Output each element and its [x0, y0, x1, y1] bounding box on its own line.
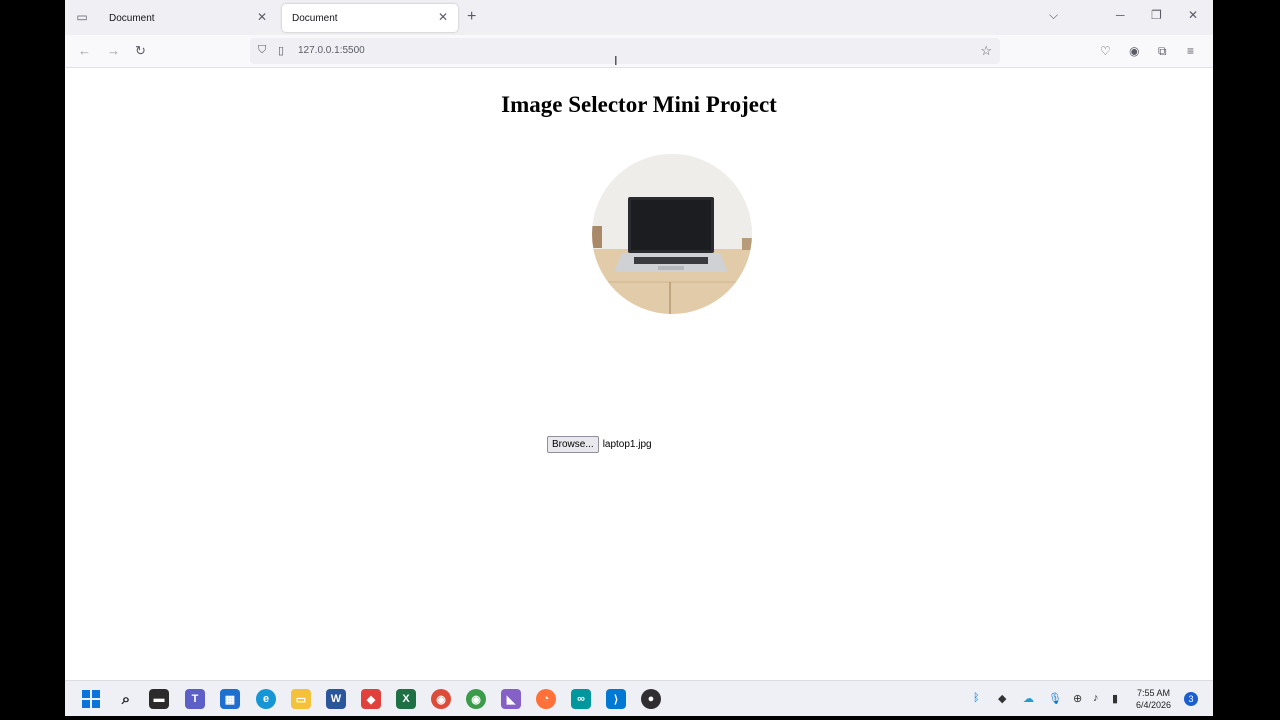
address-bar[interactable]: ⛉ ▯ 127.0.0.1:5500 ☆ — [250, 38, 1000, 64]
vscode-icon[interactable]: ⟩ — [606, 689, 626, 709]
account-icon[interactable]: ◉ — [1129, 44, 1139, 58]
url-text[interactable]: 127.0.0.1:5500 — [298, 45, 365, 56]
restore-icon[interactable]: ❐ — [1151, 8, 1162, 22]
back-icon[interactable]: ← — [78, 43, 91, 59]
list-all-tabs-icon[interactable]: ⌵ — [1049, 8, 1058, 23]
extensions-icon[interactable]: ⧉ — [1158, 44, 1167, 59]
page-info-icon[interactable]: ▯ — [278, 44, 284, 57]
text-cursor-icon: I — [614, 53, 618, 68]
bookmark-star-icon[interactable]: ☆ — [980, 43, 992, 59]
tab-title: Document — [109, 12, 155, 24]
pocket-icon[interactable]: ♡ — [1100, 44, 1111, 58]
tab-document-1[interactable]: Document ✕ — [99, 4, 277, 32]
tab-document-2[interactable]: Document ✕ — [282, 4, 458, 32]
minimize-icon[interactable]: ─ — [1116, 8, 1125, 22]
visual-studio-icon[interactable]: ◣ — [501, 689, 521, 709]
obs-icon[interactable]: ● — [641, 689, 661, 709]
taskbar: ⌕ ▬ T ▦ e ▭ W ◆ X ◉ ◉ ◣ ◔ ∞ ⟩ ● ᛒ ◆ ☁ 🎙 … — [65, 680, 1213, 716]
dropbox-icon[interactable]: ◆ — [998, 692, 1006, 705]
notification-badge[interactable]: 3 — [1184, 692, 1198, 706]
browse-button[interactable]: Browse... — [547, 436, 599, 453]
file-input: Browse... laptop1.jpg — [547, 436, 652, 453]
file-explorer-dark-icon[interactable]: ▬ — [149, 689, 169, 709]
reload-icon[interactable]: ↻ — [135, 43, 146, 59]
bluetooth-icon[interactable]: ᛒ — [973, 692, 980, 704]
tab-title: Document — [292, 12, 338, 24]
volume-icon[interactable]: ♪ — [1093, 692, 1099, 704]
teams-icon[interactable]: T — [185, 689, 205, 709]
arduino-icon[interactable]: ∞ — [571, 689, 591, 709]
store-icon[interactable]: ▦ — [220, 689, 240, 709]
browser-window: ▭ Document ✕ Document ✕ + ⌵ ─ ❐ ✕ ← → ↻ … — [65, 0, 1213, 716]
clock[interactable]: 7:55 AM 6/4/2026 — [1136, 687, 1171, 711]
search-icon[interactable]: ⌕ — [116, 689, 136, 709]
selected-file-name: laptop1.jpg — [602, 439, 652, 450]
tab-list-icon[interactable]: ▭ — [73, 8, 91, 26]
tab-strip: ▭ Document ✕ Document ✕ + ⌵ ─ ❐ ✕ — [65, 0, 1213, 35]
close-window-icon[interactable]: ✕ — [1188, 8, 1198, 22]
chrome-icon[interactable]: ◉ — [431, 689, 451, 709]
close-tab-icon[interactable]: ✕ — [257, 10, 267, 24]
excel-icon[interactable]: X — [396, 689, 416, 709]
page-title: Image Selector Mini Project — [501, 92, 777, 117]
close-tab-icon[interactable]: ✕ — [438, 10, 448, 24]
forward-icon[interactable]: → — [107, 43, 120, 59]
new-tab-icon[interactable]: + — [467, 8, 476, 26]
battery-icon[interactable]: ▮ — [1112, 692, 1118, 705]
chrome-canary-icon[interactable]: ◉ — [466, 689, 486, 709]
firefox-icon[interactable]: ◔ — [536, 689, 556, 709]
word-icon[interactable]: W — [326, 689, 346, 709]
navigation-bar: ← → ↻ ⛉ ▯ 127.0.0.1:5500 ☆ ♡ ◉ ⧉ ≡ — [65, 35, 1213, 68]
image-preview — [592, 154, 752, 314]
edge-icon[interactable]: e — [256, 689, 276, 709]
clock-time: 7:55 AM — [1137, 688, 1171, 698]
menu-icon[interactable]: ≡ — [1187, 44, 1194, 58]
microphone-icon[interactable]: 🎙 — [1048, 692, 1062, 705]
file-explorer-icon[interactable]: ▭ — [291, 689, 311, 709]
git-icon[interactable]: ◆ — [361, 689, 381, 709]
page-content: Image Selector Mini Project Browse... la… — [65, 68, 1213, 680]
clock-date: 6/4/2026 — [1136, 700, 1172, 710]
tracking-protection-icon[interactable]: ⛉ — [258, 44, 266, 57]
windows-start-icon[interactable] — [81, 689, 101, 709]
network-icon[interactable]: ⊕ — [1073, 692, 1082, 705]
cloud-icon[interactable]: ☁ — [1023, 692, 1034, 705]
laptop-photo — [592, 154, 752, 314]
